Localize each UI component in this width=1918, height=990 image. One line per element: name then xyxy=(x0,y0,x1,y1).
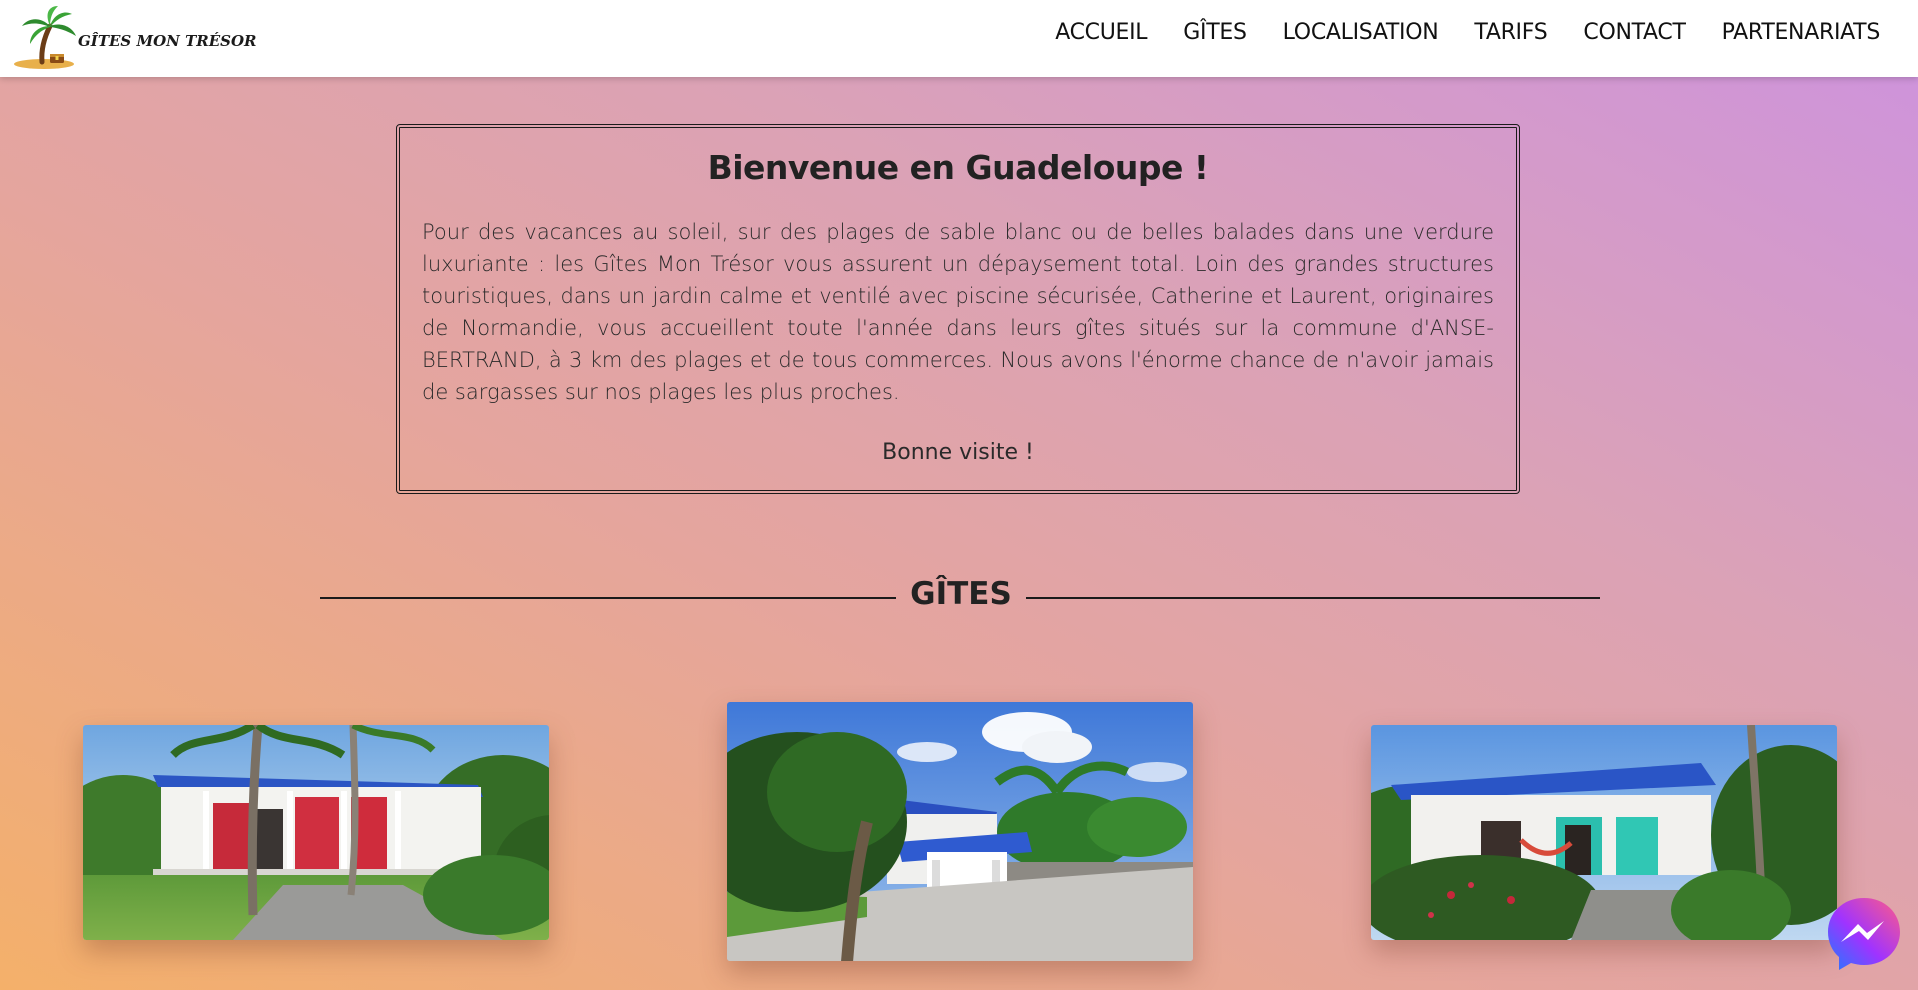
site-logo[interactable]: GÎTES MON TRÉSOR xyxy=(14,6,257,70)
section-divider-right xyxy=(1026,597,1600,599)
nav-item-tarifs[interactable]: TARIFS xyxy=(1474,20,1547,45)
messenger-icon xyxy=(1828,898,1900,970)
gite-photo-2 xyxy=(727,702,1193,961)
nav-item-partenariats[interactable]: PARTENARIATS xyxy=(1722,20,1881,45)
gite-card-1[interactable] xyxy=(83,725,549,940)
nav-item-localisation[interactable]: LOCALISATION xyxy=(1283,20,1439,45)
welcome-sign-off: Bonne visite ! xyxy=(882,440,1034,465)
gite-photo-3 xyxy=(1371,725,1837,940)
welcome-title: Bienvenue en Guadeloupe ! xyxy=(707,148,1209,187)
gite-photo-1 xyxy=(83,725,549,940)
main-nav: ACCUEIL GÎTES LOCALISATION TARIFS CONTAC… xyxy=(1019,20,1880,45)
gite-card-2[interactable] xyxy=(727,702,1193,961)
gite-card-3[interactable] xyxy=(1371,725,1837,940)
nav-item-accueil[interactable]: ACCUEIL xyxy=(1055,20,1147,45)
logo-text: GÎTES MON TRÉSOR xyxy=(78,32,257,50)
gites-section-title: GÎTES xyxy=(910,576,1012,612)
site-header: GÎTES MON TRÉSOR ACCUEIL GÎTES LOCALISAT… xyxy=(0,0,1918,77)
welcome-text: Pour des vacances au soleil, sur des pla… xyxy=(422,220,1494,404)
nav-item-gites[interactable]: GÎTES xyxy=(1183,20,1247,45)
messenger-chat-button[interactable] xyxy=(1824,894,1904,974)
welcome-box: Bienvenue en Guadeloupe ! Pour des vacan… xyxy=(396,124,1520,494)
nav-item-contact[interactable]: CONTACT xyxy=(1583,20,1686,45)
section-divider-left xyxy=(320,597,896,599)
